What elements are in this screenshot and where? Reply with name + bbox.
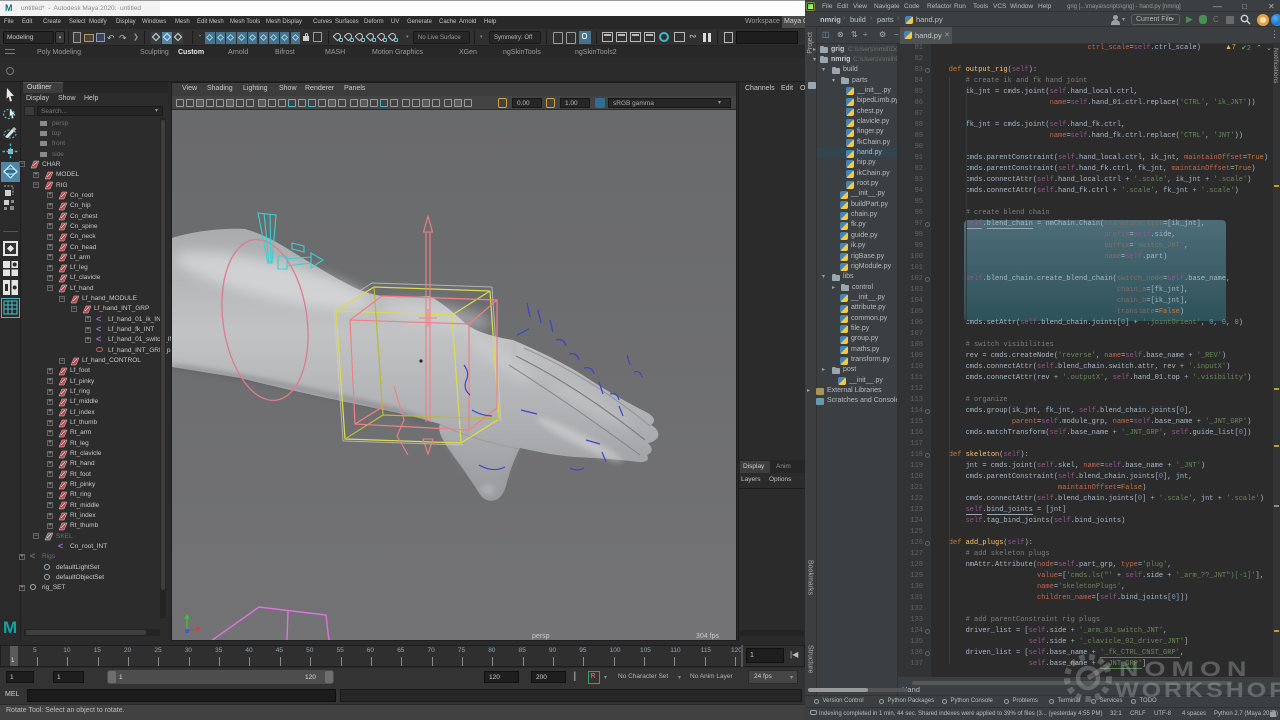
- svg-text:304 fps: 304 fps: [696, 633, 719, 640]
- svg-text:persp: persp: [532, 633, 550, 640]
- svg-text:WORKSHOP: WORKSHOP: [1115, 677, 1280, 701]
